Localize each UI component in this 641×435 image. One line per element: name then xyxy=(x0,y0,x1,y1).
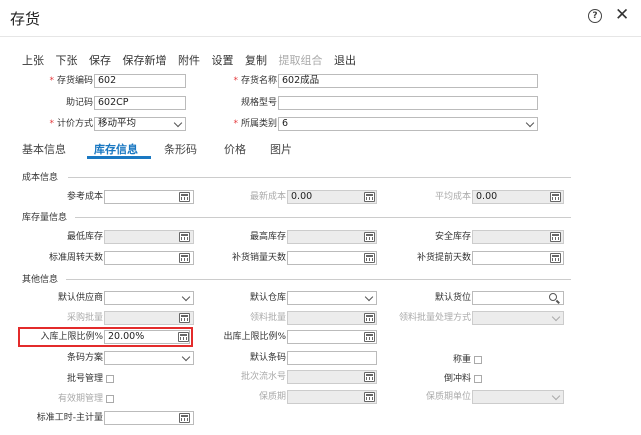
max-stock-label: 最高库存 xyxy=(249,232,286,242)
restock-sales-days-label: 补货销量天数 xyxy=(231,253,286,263)
window-title: 存货 xyxy=(10,10,41,28)
calculator-icon[interactable] xyxy=(550,232,561,242)
category-label: * 所属类别 xyxy=(233,119,277,129)
code-label: * 存货编码 xyxy=(49,76,93,86)
search-icon[interactable] xyxy=(549,293,557,301)
default-location-label: 默认货位 xyxy=(434,293,471,303)
backflush-label: 倒冲料 xyxy=(443,374,471,384)
calculator-icon[interactable] xyxy=(364,253,375,263)
default-supplier-select[interactable] xyxy=(104,291,194,305)
close-icon[interactable]: ✕ xyxy=(615,5,629,25)
mnemonic-input[interactable]: 602CP xyxy=(94,96,186,110)
pricing-label: * 计价方式 xyxy=(49,119,93,129)
chevron-down-icon xyxy=(551,312,561,322)
name-input[interactable]: 602成品 xyxy=(278,74,538,88)
min-stock-label: 最低库存 xyxy=(66,232,103,242)
calculator-icon[interactable] xyxy=(179,313,190,323)
calculator-icon[interactable] xyxy=(364,372,375,382)
tab-price[interactable]: 价格 xyxy=(224,141,246,157)
in-limit-label: 入库上限比例% xyxy=(40,332,103,342)
backflush-checkbox[interactable] xyxy=(474,375,482,383)
attachment-button[interactable]: 附件 xyxy=(178,54,200,67)
calculator-icon[interactable] xyxy=(364,192,375,202)
tab-basic-info[interactable]: 基本信息 xyxy=(22,141,66,157)
shelf-unit-label: 保质期单位 xyxy=(425,392,471,402)
divider xyxy=(66,279,571,280)
calculator-icon[interactable] xyxy=(179,253,190,263)
tab-barcode[interactable]: 条形码 xyxy=(164,141,197,157)
exit-button[interactable]: 退出 xyxy=(334,54,356,67)
calculator-icon[interactable] xyxy=(178,332,189,342)
extract-combo-button[interactable]: 提取组合 xyxy=(279,54,323,67)
batch-mgmt-checkbox[interactable] xyxy=(106,375,114,383)
turnover-days-label: 标准周转天数 xyxy=(48,253,103,263)
chevron-down-icon xyxy=(181,292,191,302)
calculator-icon[interactable] xyxy=(550,253,561,263)
copy-button[interactable]: 复制 xyxy=(245,54,267,67)
default-supplier-label: 默认供应商 xyxy=(57,293,103,303)
pricing-select[interactable]: 移动平均 xyxy=(94,117,186,131)
tab-picture[interactable]: 图片 xyxy=(270,141,292,157)
default-barcode-label: 默认条码 xyxy=(249,353,286,363)
shelf-unit-select xyxy=(472,390,564,404)
other-section-title: 其他信息 xyxy=(22,275,59,285)
divider xyxy=(75,217,571,218)
avg-cost-label: 平均成本 xyxy=(434,192,471,202)
title-bar xyxy=(0,0,641,37)
barcode-scheme-select[interactable] xyxy=(104,351,194,365)
cost-section-title: 成本信息 xyxy=(22,173,59,183)
spec-input[interactable] xyxy=(278,96,538,110)
spec-label: 规格型号 xyxy=(240,98,277,108)
pick-batch-mode-select xyxy=(472,311,564,325)
shelf-life-label: 保质期 xyxy=(258,392,286,402)
std-hours-label: 标准工时-主计量 xyxy=(36,413,103,423)
batch-mgmt-label: 批号管理 xyxy=(66,374,103,384)
help-icon[interactable]: ? xyxy=(588,9,602,23)
calculator-icon[interactable] xyxy=(364,313,375,323)
restock-ahead-days-label: 补货提前天数 xyxy=(416,253,471,263)
batch-serial-label: 批次流水号 xyxy=(240,372,286,382)
tab-stock-info[interactable]: 库存信息 xyxy=(94,141,138,157)
stock-section-title: 库存量信息 xyxy=(22,213,68,223)
pick-batch-label: 领料批量 xyxy=(249,313,286,323)
prev-button[interactable]: 上张 xyxy=(22,54,44,67)
calculator-icon[interactable] xyxy=(179,232,190,242)
save-button[interactable]: 保存 xyxy=(89,54,111,67)
default-warehouse-select[interactable] xyxy=(287,291,377,305)
chevron-down-icon xyxy=(551,391,561,401)
category-select[interactable]: 6 xyxy=(278,117,538,131)
chevron-down-icon xyxy=(173,118,183,128)
calculator-icon[interactable] xyxy=(364,332,375,342)
name-label: * 存货名称 xyxy=(233,76,277,86)
calculator-icon[interactable] xyxy=(550,192,561,202)
chevron-down-icon xyxy=(181,352,191,362)
divider xyxy=(68,177,571,178)
latest-cost-label: 最新成本 xyxy=(249,192,286,202)
expiry-mgmt-checkbox[interactable] xyxy=(106,395,114,403)
expiry-mgmt-label: 有效期管理 xyxy=(57,394,103,404)
calculator-icon[interactable] xyxy=(364,392,375,402)
weigh-label: 称重 xyxy=(452,355,471,365)
ref-cost-label: 参考成本 xyxy=(66,192,103,202)
chevron-down-icon xyxy=(364,292,374,302)
pick-batch-mode-label: 领料批量处理方式 xyxy=(398,313,471,323)
calculator-icon[interactable] xyxy=(179,413,190,423)
toolbar: 上张 下张 保存 保存新增 附件 设置 复制 提取组合 退出 xyxy=(22,52,364,68)
purchase-batch-label: 采购批量 xyxy=(66,313,103,323)
calculator-icon[interactable] xyxy=(179,192,190,202)
weigh-checkbox[interactable] xyxy=(474,356,482,364)
chevron-down-icon xyxy=(525,118,535,128)
barcode-scheme-label: 条码方案 xyxy=(66,353,103,363)
out-limit-label: 出库上限比例% xyxy=(223,332,286,342)
calculator-icon[interactable] xyxy=(364,232,375,242)
code-input[interactable]: 602 xyxy=(94,74,186,88)
safe-stock-label: 安全库存 xyxy=(434,232,471,242)
next-button[interactable]: 下张 xyxy=(56,54,78,67)
settings-button[interactable]: 设置 xyxy=(212,54,234,67)
default-barcode-input[interactable] xyxy=(287,351,377,365)
mnemonic-label: 助记码 xyxy=(65,98,93,108)
active-tab-indicator xyxy=(87,156,151,159)
save-new-button[interactable]: 保存新增 xyxy=(123,54,167,67)
default-warehouse-label: 默认仓库 xyxy=(249,293,286,303)
